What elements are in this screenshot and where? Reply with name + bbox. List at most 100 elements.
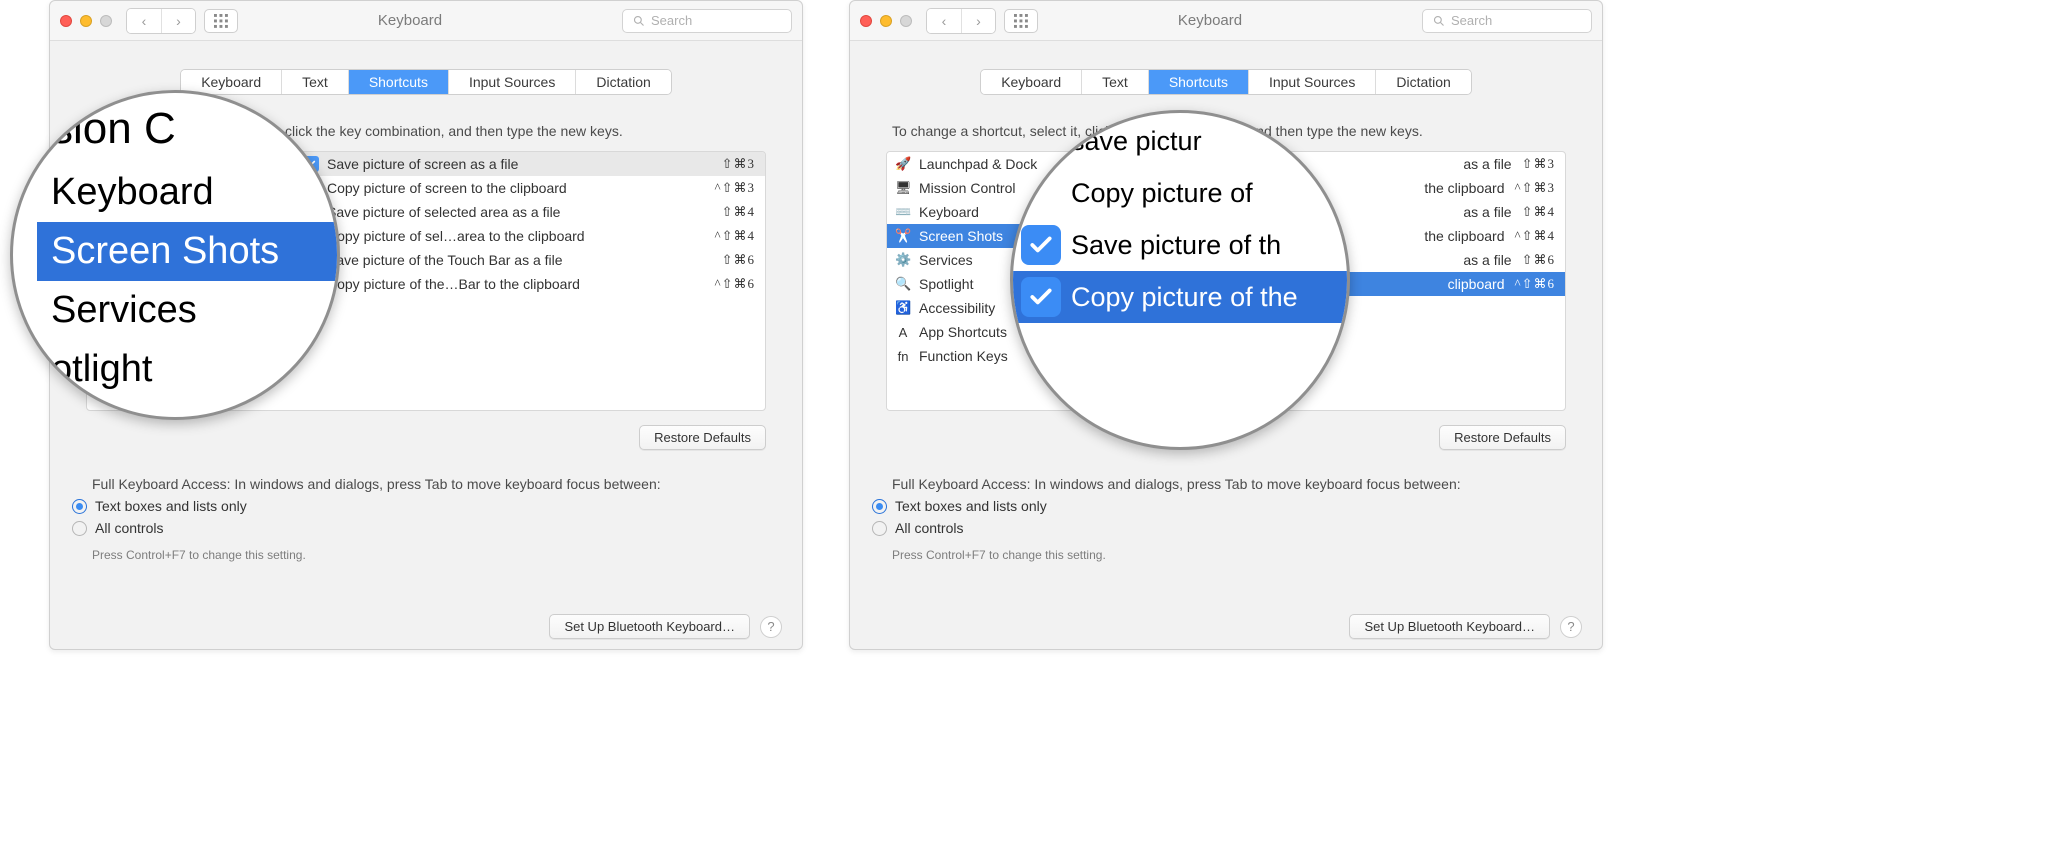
category-icon: ⌨️ (895, 204, 911, 220)
minimize-icon[interactable] (80, 15, 92, 27)
back-button[interactable]: ‹ (127, 9, 161, 33)
close-icon[interactable] (60, 15, 72, 27)
category-icon: fn (895, 349, 911, 364)
zoom-icon[interactable] (100, 15, 112, 27)
shortcut-row[interactable]: Copy picture of sel…area to the clipboar… (297, 224, 765, 248)
category-label: App Shortcuts (919, 324, 1007, 340)
magnifier-left: sion C Keyboard Screen Shots Services ot… (10, 90, 340, 420)
category-label: Services (919, 252, 973, 268)
nav-segment: ‹ › (126, 8, 196, 34)
shortcut-label: Save picture of the Touch Bar as a file (327, 252, 722, 268)
shortcut-row[interactable]: Copy picture of screen to the clipboard^… (297, 176, 765, 200)
shortcut-row[interactable]: Save picture of screen as a file⇧⌘3 (297, 152, 765, 176)
category-icon: A (895, 325, 911, 340)
checkbox-icon (1021, 225, 1061, 265)
restore-defaults-button[interactable]: Restore Defaults (639, 425, 766, 450)
category-icon: ⚙️ (895, 252, 911, 268)
category-label: Function Keys (919, 348, 1008, 364)
search-input[interactable]: Search (1422, 9, 1592, 33)
category-label: Mission Control (919, 180, 1015, 196)
search-input[interactable]: Search (622, 9, 792, 33)
category-icon: ♿️ (895, 300, 911, 316)
radio-icon (72, 499, 87, 514)
full-keyboard-access-label: Full Keyboard Access: In windows and dia… (892, 476, 1560, 492)
restore-defaults-button[interactable]: Restore Defaults (1439, 425, 1566, 450)
shortcut-keys: ⇧⌘6 (722, 252, 755, 268)
mag-row: Keyboard (37, 163, 337, 222)
shortcut-keys: ^⇧⌘3 (1515, 180, 1556, 196)
shortcut-keys: ⇧⌘3 (722, 156, 755, 172)
tab-dictation[interactable]: Dictation (1375, 70, 1470, 94)
forward-button[interactable]: › (161, 9, 195, 33)
setup-bluetooth-button[interactable]: Set Up Bluetooth Keyboard… (549, 614, 750, 639)
close-icon[interactable] (860, 15, 872, 27)
shortcut-row[interactable]: Copy picture of the…Bar to the clipboard… (297, 272, 765, 296)
category-label: Launchpad & Dock (919, 156, 1037, 172)
search-icon (633, 15, 645, 27)
tab-input-sources[interactable]: Input Sources (1248, 70, 1375, 94)
forward-button[interactable]: › (961, 9, 995, 33)
full-keyboard-access-label: Full Keyboard Access: In windows and dia… (92, 476, 760, 492)
mag-row-selected: Copy picture of the (1013, 271, 1347, 323)
checkbox-icon (1021, 277, 1061, 317)
radio-all-controls[interactable]: All controls (872, 520, 1602, 536)
radio-text-boxes[interactable]: Text boxes and lists only (72, 498, 802, 514)
magnifier-right: save pictur Copy picture of Save picture… (1010, 110, 1350, 450)
radio-all-controls[interactable]: All controls (72, 520, 802, 536)
radio-icon (872, 499, 887, 514)
tabs: Keyboard Text Shortcuts Input Sources Di… (980, 69, 1472, 95)
tab-shortcuts[interactable]: Shortcuts (1148, 70, 1248, 94)
category-label: Accessibility (919, 300, 995, 316)
search-icon (1433, 15, 1445, 27)
mag-row-selected: Screen Shots (37, 222, 337, 281)
shortcut-table[interactable]: Save picture of screen as a file⇧⌘3Copy … (297, 152, 765, 410)
mag-row: Save picture of th (1013, 219, 1347, 271)
shortcut-label: Save picture of screen as a file (327, 156, 722, 172)
shortcut-label: Copy picture of sel…area to the clipboar… (327, 228, 715, 244)
shortcut-keys: ^⇧⌘4 (715, 228, 756, 244)
radio-icon (872, 521, 887, 536)
shortcut-label: Save picture of selected area as a file (327, 204, 722, 220)
shortcut-row[interactable]: Save picture of the Touch Bar as a file⇧… (297, 248, 765, 272)
category-label: Keyboard (919, 204, 979, 220)
shortcut-keys: ⇧⌘3 (1522, 156, 1555, 172)
category-icon: 🔍 (895, 276, 911, 292)
radio-text-boxes[interactable]: Text boxes and lists only (872, 498, 1602, 514)
control-f7-note: Press Control+F7 to change this setting. (892, 548, 1560, 562)
shortcut-keys: ⇧⌘4 (1522, 204, 1555, 220)
shortcut-keys: ⇧⌘6 (1522, 252, 1555, 268)
tab-input-sources[interactable]: Input Sources (448, 70, 575, 94)
radio-icon (72, 521, 87, 536)
window-controls (60, 15, 112, 27)
window-title: Keyboard (998, 12, 1422, 29)
help-button[interactable]: ? (1560, 616, 1582, 638)
tab-dictation[interactable]: Dictation (575, 70, 670, 94)
setup-bluetooth-button[interactable]: Set Up Bluetooth Keyboard… (1349, 614, 1550, 639)
shortcut-label: Copy picture of the…Bar to the clipboard (327, 276, 715, 292)
search-placeholder: Search (651, 13, 692, 28)
category-icon: 🚀 (895, 156, 911, 172)
mag-row: Copy picture of (1013, 167, 1347, 219)
tab-text[interactable]: Text (1081, 70, 1148, 94)
minimize-icon[interactable] (880, 15, 892, 27)
search-placeholder: Search (1451, 13, 1492, 28)
help-button[interactable]: ? (760, 616, 782, 638)
shortcut-keys: ⇧⌘4 (722, 204, 755, 220)
shortcut-label: Copy picture of screen to the clipboard (327, 180, 715, 196)
tab-shortcuts[interactable]: Shortcuts (348, 70, 448, 94)
category-label: Spotlight (919, 276, 973, 292)
zoom-icon[interactable] (900, 15, 912, 27)
shortcut-keys: ^⇧⌘4 (1515, 228, 1556, 244)
category-icon: ✂️ (895, 228, 911, 244)
shortcut-keys: ^⇧⌘6 (715, 276, 756, 292)
category-icon: 🖥 (895, 180, 911, 196)
tab-text[interactable]: Text (281, 70, 348, 94)
shortcut-row[interactable]: Save picture of selected area as a file⇧… (297, 200, 765, 224)
mag-row: Services (37, 281, 337, 340)
window-controls (860, 15, 912, 27)
shortcut-keys: ^⇧⌘6 (1515, 276, 1556, 292)
window-title: Keyboard (198, 12, 622, 29)
nav-segment: ‹ › (926, 8, 996, 34)
tab-keyboard[interactable]: Keyboard (981, 70, 1081, 94)
back-button[interactable]: ‹ (927, 9, 961, 33)
